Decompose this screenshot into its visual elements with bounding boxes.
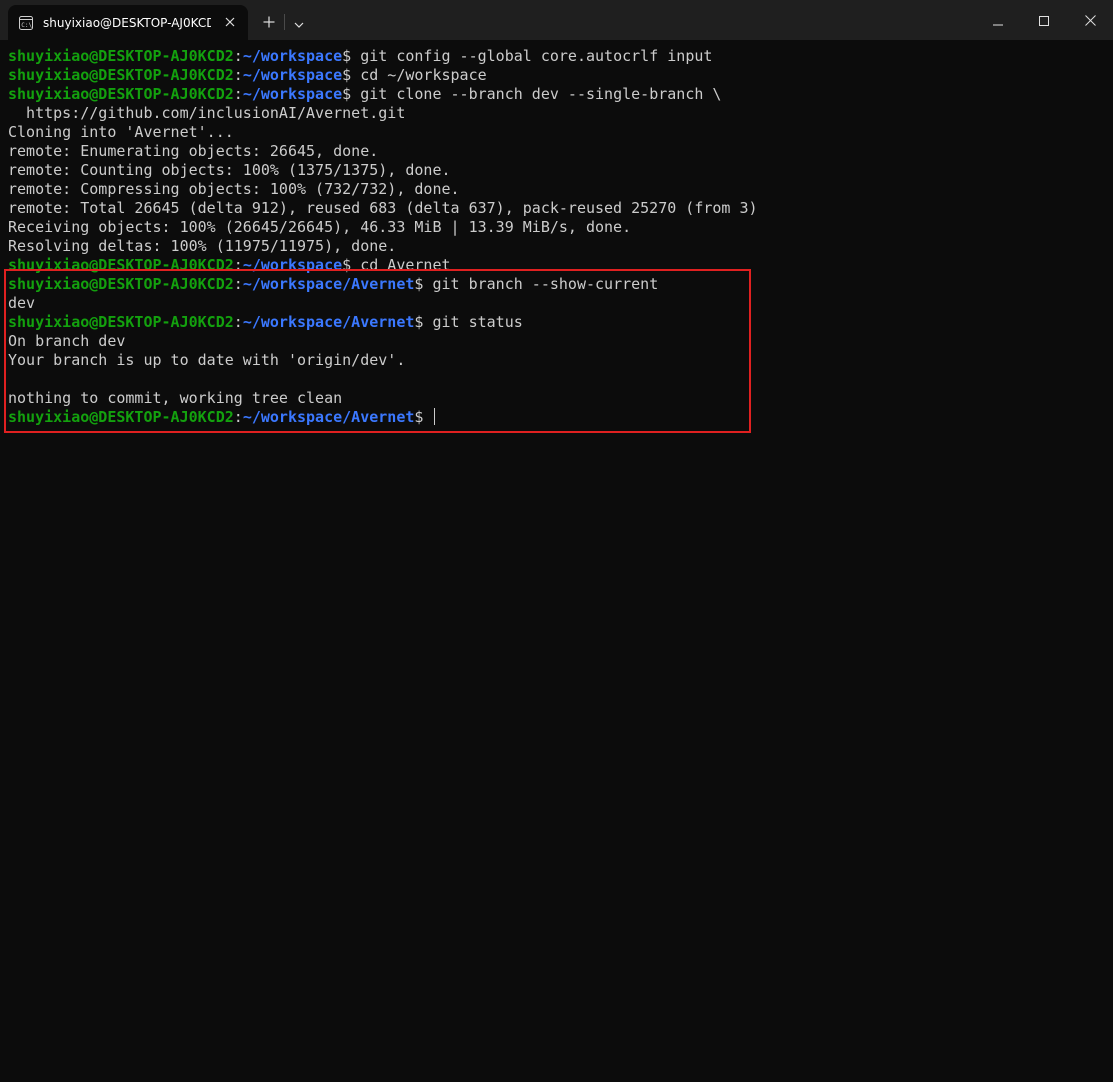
prompt-colon: : [233, 85, 243, 103]
output-line: remote: Enumerating objects: 26645, done… [8, 142, 1108, 161]
output-text: remote: Total 26645 (delta 912), reused … [8, 199, 758, 217]
prompt-dollar: $ [414, 313, 433, 331]
minimize-button[interactable] [975, 0, 1021, 40]
prompt-path: ~/workspace/Avernet [242, 275, 415, 293]
prompt-user: shuyixiao@DESKTOP-AJ0KCD2 [8, 47, 234, 65]
output-line: remote: Compressing objects: 100% (732/7… [8, 180, 1108, 199]
prompt-path: ~/workspace [242, 85, 343, 103]
chevron-down-icon [294, 13, 304, 32]
prompt-colon: : [233, 66, 243, 84]
prompt-path: ~/workspace [242, 256, 343, 274]
terminal-tab[interactable]: C:\ shuyixiao@DESKTOP-AJ0KCD2: ~ [8, 5, 248, 40]
command-text: cd Avernet [360, 256, 451, 274]
prompt-colon: : [233, 47, 243, 65]
prompt-colon: : [233, 408, 243, 426]
output-line: Cloning into 'Avernet'... [8, 123, 1108, 142]
output-line: remote: Counting objects: 100% (1375/137… [8, 161, 1108, 180]
terminal-output[interactable]: shuyixiao@DESKTOP-AJ0KCD2:~/workspace$ g… [8, 47, 1108, 427]
prompt-dollar: $ [414, 275, 433, 293]
prompt-path: ~/workspace [242, 66, 343, 84]
output-text: Your branch is up to date with 'origin/d… [8, 351, 406, 369]
prompt-user: shuyixiao@DESKTOP-AJ0KCD2 [8, 256, 234, 274]
prompt-line: shuyixiao@DESKTOP-AJ0KCD2:~/workspace/Av… [8, 408, 1108, 427]
output-text: On branch dev [8, 332, 126, 350]
prompt-colon: : [233, 313, 243, 331]
output-text: Resolving deltas: 100% (11975/11975), do… [8, 237, 397, 255]
prompt-line: shuyixiao@DESKTOP-AJ0KCD2:~/workspace$ g… [8, 47, 1108, 66]
prompt-dollar: $ [342, 256, 361, 274]
command-text: git clone --branch dev --single-branch \ [360, 85, 722, 103]
new-tab-button[interactable] [255, 8, 283, 36]
close-tab-icon[interactable] [222, 14, 238, 30]
prompt-line: shuyixiao@DESKTOP-AJ0KCD2:~/workspace$ c… [8, 256, 1108, 275]
command-text: cd ~/workspace [360, 66, 487, 84]
output-line: Receiving objects: 100% (26645/26645), 4… [8, 218, 1108, 237]
prompt-path: ~/workspace [242, 47, 343, 65]
prompt-dollar: $ [342, 66, 361, 84]
output-text: remote: Compressing objects: 100% (732/7… [8, 180, 460, 198]
maximize-button[interactable] [1021, 0, 1067, 40]
output-text: nothing to commit, working tree clean [8, 389, 343, 407]
prompt-line: shuyixiao@DESKTOP-AJ0KCD2:~/workspace$ g… [8, 85, 1108, 104]
prompt-user: shuyixiao@DESKTOP-AJ0KCD2 [8, 313, 234, 331]
output-line: Resolving deltas: 100% (11975/11975), do… [8, 237, 1108, 256]
title-bar: C:\ shuyixiao@DESKTOP-AJ0KCD2: ~ [0, 0, 1113, 40]
command-text: git config --global core.autocrlf input [360, 47, 713, 65]
prompt-dollar: $ [414, 408, 433, 426]
prompt-user: shuyixiao@DESKTOP-AJ0KCD2 [8, 66, 234, 84]
output-line: On branch dev [8, 332, 1108, 351]
output-line: nothing to commit, working tree clean [8, 389, 1108, 408]
output-text: https://github.com/inclusionAI/Avernet.g… [8, 104, 406, 122]
output-line: dev [8, 294, 1108, 313]
output-text: remote: Counting objects: 100% (1375/137… [8, 161, 451, 179]
output-line: https://github.com/inclusionAI/Avernet.g… [8, 104, 1108, 123]
command-text: git status [432, 313, 523, 331]
prompt-line: shuyixiao@DESKTOP-AJ0KCD2:~/workspace/Av… [8, 313, 1108, 332]
output-text: Receiving objects: 100% (26645/26645), 4… [8, 218, 632, 236]
new-tab-dropdown-button[interactable] [285, 8, 313, 36]
maximize-icon [1039, 11, 1049, 30]
close-window-button[interactable] [1067, 0, 1113, 40]
prompt-line: shuyixiao@DESKTOP-AJ0KCD2:~/workspace/Av… [8, 275, 1108, 294]
svg-text:C:\: C:\ [21, 22, 32, 29]
prompt-line: shuyixiao@DESKTOP-AJ0KCD2:~/workspace$ c… [8, 66, 1108, 85]
output-text: dev [8, 294, 36, 312]
output-text: remote: Enumerating objects: 26645, done… [8, 142, 379, 160]
prompt-path: ~/workspace/Avernet [242, 313, 415, 331]
text-cursor [434, 408, 436, 425]
prompt-path: ~/workspace/Avernet [242, 408, 415, 426]
close-icon [1084, 11, 1096, 30]
prompt-dollar: $ [342, 85, 361, 103]
command-text: git branch --show-current [432, 275, 659, 293]
prompt-user: shuyixiao@DESKTOP-AJ0KCD2 [8, 85, 234, 103]
prompt-colon: : [233, 256, 243, 274]
output-text: Cloning into 'Avernet'... [8, 123, 234, 141]
prompt-user: shuyixiao@DESKTOP-AJ0KCD2 [8, 275, 234, 293]
prompt-user: shuyixiao@DESKTOP-AJ0KCD2 [8, 408, 234, 426]
prompt-colon: : [233, 275, 243, 293]
prompt-dollar: $ [342, 47, 361, 65]
plus-icon [263, 13, 275, 32]
minimize-icon [993, 11, 1003, 30]
output-line: Your branch is up to date with 'origin/d… [8, 351, 1108, 370]
output-line: remote: Total 26645 (delta 912), reused … [8, 199, 1108, 218]
terminal-icon: C:\ [18, 15, 34, 31]
tab-title: shuyixiao@DESKTOP-AJ0KCD2: ~ [43, 15, 211, 30]
